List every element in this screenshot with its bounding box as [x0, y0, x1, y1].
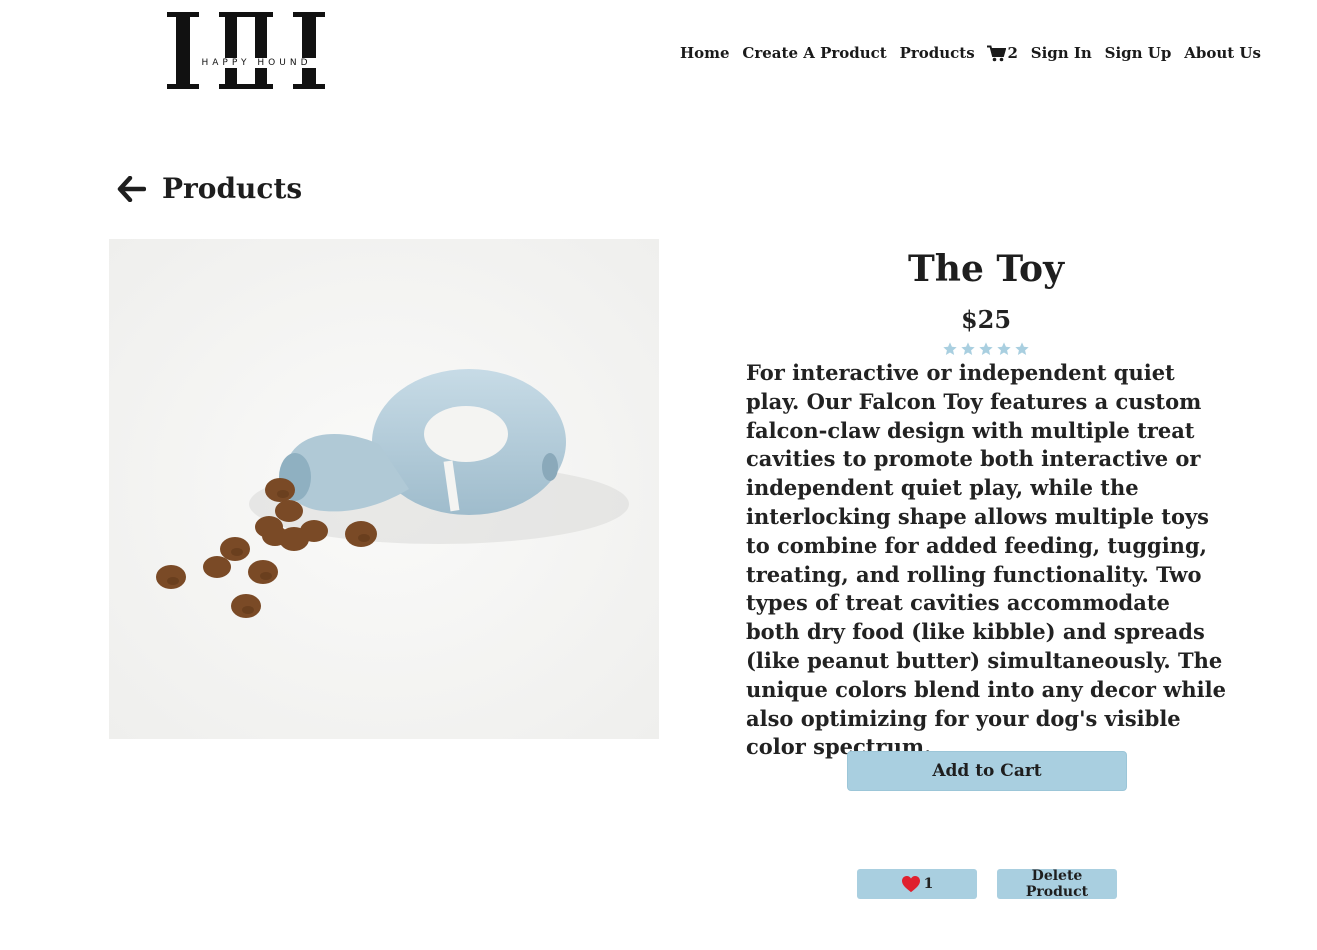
star-icon	[979, 342, 993, 355]
cart-count: 2	[1007, 44, 1018, 62]
star-icon	[1015, 342, 1029, 355]
rating-stars	[746, 341, 1226, 359]
star-icon	[961, 342, 975, 355]
back-label: Products	[162, 172, 303, 205]
like-count: 1	[923, 876, 934, 892]
back-to-products-link[interactable]: Products	[117, 172, 302, 205]
logo-mark-icon	[167, 12, 325, 89]
product-price: $25	[960, 305, 1012, 334]
delete-product-button[interactable]: Delete Product	[997, 868, 1117, 900]
star-icon	[997, 342, 1011, 355]
cart-icon	[987, 45, 1007, 61]
nav-sign-up[interactable]: Sign Up	[1105, 44, 1172, 62]
add-to-cart-button[interactable]: Add to Cart	[847, 751, 1127, 791]
happy-hound-logo[interactable]: HAPPY HOUND	[167, 12, 325, 89]
logo-text: HAPPY HOUND	[197, 58, 316, 68]
nav-cart[interactable]: 2	[987, 44, 1018, 62]
arrow-left-icon	[117, 175, 146, 202]
nav-home[interactable]: Home	[680, 44, 730, 62]
like-button[interactable]: 1	[857, 869, 977, 899]
star-icon	[943, 342, 957, 355]
nav-sign-in[interactable]: Sign In	[1031, 44, 1092, 62]
nav-about[interactable]: About Us	[1184, 44, 1261, 62]
nav-products[interactable]: Products	[900, 44, 975, 62]
product-info: The Toy $25 For interactive or independe…	[746, 245, 1226, 783]
top-nav: Home Create A Product Products 2 Sign In…	[680, 44, 1261, 62]
toy-illustration	[109, 239, 659, 739]
product-title: The Toy	[908, 248, 1064, 290]
nav-create-product[interactable]: Create A Product	[742, 44, 886, 62]
product-description: For interactive or independent quiet pla…	[746, 360, 1226, 760]
product-image	[109, 239, 659, 739]
heart-icon	[901, 875, 920, 893]
